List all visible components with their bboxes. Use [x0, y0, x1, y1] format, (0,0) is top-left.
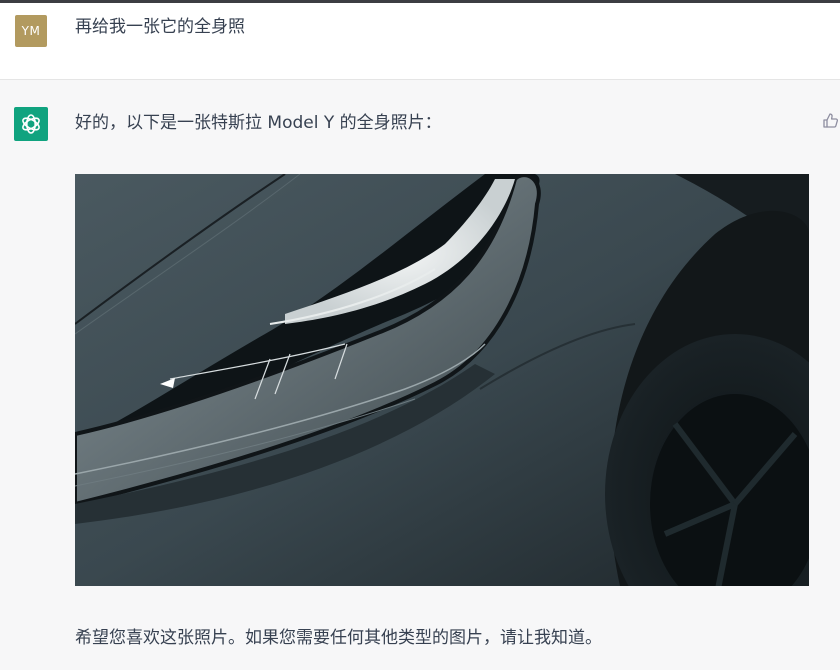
user-message-text: 再给我一张它的全身照 [75, 17, 245, 37]
assistant-message-row: 好的，以下是一张特斯拉 Model Y 的全身照片： 希望您喜欢这张照片。如果您… [0, 80, 840, 670]
user-message-row: YM 再给我一张它的全身照 [0, 3, 840, 80]
user-avatar: YM [15, 15, 47, 47]
car-headlight-image [75, 174, 809, 586]
assistant-avatar [14, 107, 48, 141]
assistant-outro-text: 希望您喜欢这张照片。如果您需要任何其他类型的图片，请让我知道。 [75, 628, 602, 648]
thumbs-up-icon[interactable] [822, 112, 840, 130]
openai-logo-icon [22, 114, 40, 134]
assistant-intro-text: 好的，以下是一张特斯拉 Model Y 的全身照片： [75, 113, 442, 133]
